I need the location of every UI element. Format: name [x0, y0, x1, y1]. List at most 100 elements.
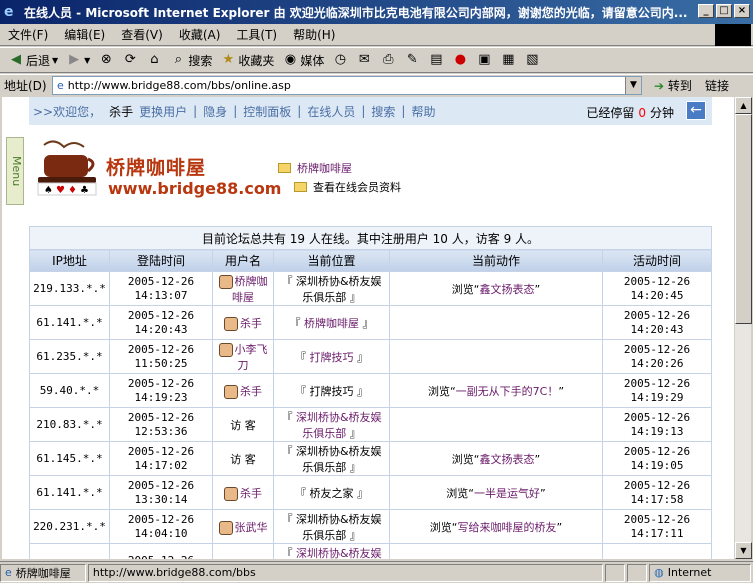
ip-cell: 61.235.*.* [29, 339, 110, 374]
username-cell: 杀手 [212, 305, 274, 340]
location-link[interactable]: 深圳桥协&桥友娱乐俱乐部 [296, 445, 382, 474]
nav-online[interactable]: 在线人员 [307, 103, 355, 120]
location-cell: 『 深圳桥协&桥友娱乐俱乐部 』 [273, 271, 390, 306]
location-link[interactable]: 深圳桥协&桥友娱乐俱乐部 [296, 411, 382, 440]
login-time: 14:20:43 [134, 322, 188, 336]
menu-help[interactable]: 帮助(H) [285, 26, 343, 43]
menu-view[interactable]: 查看(V) [113, 26, 171, 43]
nav-change-user[interactable]: 更换用户 [139, 103, 187, 120]
username-cell: 小李飞刀 [212, 339, 274, 374]
username[interactable]: 小李飞刀 [235, 343, 268, 372]
history-button[interactable]: ◷ [328, 49, 352, 71]
links-button[interactable]: 链接 [705, 77, 729, 94]
location-link[interactable]: 深圳桥协&桥友娱乐俱乐部 [296, 275, 382, 304]
location-link[interactable]: 桥牌咖啡屋 [304, 317, 359, 330]
col-activity-time: 活动时间 [602, 249, 712, 272]
menu-edit[interactable]: 编辑(E) [56, 26, 113, 43]
nav-help[interactable]: 帮助 [411, 103, 435, 120]
location-link[interactable]: 桥友之家 [310, 487, 354, 500]
extra-button[interactable]: ▧ [520, 49, 544, 71]
address-input[interactable]: e http://www.bridge88.com/bbs/online.asp… [52, 76, 642, 95]
username[interactable]: 张武华 [235, 521, 268, 534]
menu-tab[interactable]: Menu [6, 137, 24, 205]
nav-separator: | [361, 104, 366, 118]
table-row: 61.145.*.* 2005-12-26 14:17:02 访 客 『 深圳桥协… [29, 441, 712, 476]
activity-time: 14:19:05 [630, 458, 684, 472]
breadcrumb-home: 桥牌咖啡屋 [278, 160, 352, 176]
globe-icon: ◍ [654, 566, 664, 579]
refresh-button[interactable]: ⟳ [118, 49, 142, 71]
username: 访 客 [230, 452, 256, 466]
tool-button[interactable]: ▦ [496, 49, 520, 71]
activity-time: 14:17:58 [630, 492, 684, 506]
welcome-text: >>欢迎您， [33, 104, 102, 119]
scroll-up-button[interactable]: ▲ [735, 97, 752, 114]
nav-hide[interactable]: 隐身 [203, 103, 227, 120]
forward-button[interactable]: ▶ ▼ [62, 49, 94, 71]
mail-button[interactable]: ✉ [352, 49, 376, 71]
action-topic-link[interactable]: 鑫文扬表态 [480, 283, 535, 296]
username[interactable]: 杀手 [240, 385, 262, 398]
current-user[interactable]: 杀手 [109, 103, 133, 120]
page-status-icon: e [5, 566, 12, 579]
nav-control-panel[interactable]: 控制面板 [243, 103, 291, 120]
username-cell [212, 543, 274, 559]
menu-file[interactable]: 文件(F) [0, 26, 56, 43]
ip-cell: 61.141.*.* [29, 305, 110, 340]
username[interactable]: 桥牌咖啡屋 [232, 275, 268, 304]
activity-time-cell: 2005-12-26 14:20:45 [602, 271, 712, 306]
location-link[interactable]: 打牌技巧 [310, 351, 354, 364]
activity-time-cell: 2005-12-26 14:19:05 [602, 441, 712, 476]
favorites-icon: ★ [222, 52, 235, 67]
address-dropdown[interactable]: ▼ [625, 77, 641, 94]
go-button[interactable]: ➔ 转到 [654, 77, 692, 94]
favorites-button[interactable]: ★ 收藏夹 [216, 49, 278, 71]
scroll-down-button[interactable]: ▼ [735, 542, 752, 559]
discuss-icon: ▤ [430, 52, 443, 67]
location-link[interactable]: 深圳桥协&桥友娱乐俱乐部 [296, 513, 382, 542]
stop-icon: ⊗ [100, 52, 112, 67]
menu-favorites[interactable]: 收藏(A) [171, 26, 229, 43]
username-cell: 张武华 [212, 509, 274, 544]
print-button[interactable]: ⎙ [376, 49, 400, 71]
login-date: 2005-12-26 [127, 512, 195, 526]
media-button[interactable]: ◉ 媒体 [278, 49, 328, 71]
messenger-button[interactable]: ● [448, 49, 472, 71]
minimize-button[interactable]: _ [698, 4, 714, 18]
action-topic-link[interactable]: 一副无从下手的7C！ [456, 385, 559, 398]
location-link[interactable]: 深圳桥协&桥友娱乐 [296, 547, 382, 560]
home-button[interactable]: ⌂ [142, 49, 166, 71]
stop-button[interactable]: ⊗ [94, 49, 118, 71]
status-blank [605, 563, 626, 582]
coffee-cup-logo-icon: ♠ ♥ ♦ ♣ [37, 140, 97, 196]
menu-tools[interactable]: 工具(T) [228, 26, 285, 43]
location-cell: 『 深圳桥协&桥友娱乐俱乐部 』 [273, 509, 390, 544]
research-button[interactable]: ▣ [472, 49, 496, 71]
action-cell [389, 339, 603, 374]
action-topic-link[interactable]: 一半是运气好 [474, 487, 540, 500]
discuss-button[interactable]: ▤ [424, 49, 448, 71]
activity-time: 14:20:45 [630, 288, 684, 302]
action-cell [389, 305, 603, 340]
scroll-thumb[interactable] [735, 114, 752, 324]
breadcrumb-home-link[interactable]: 桥牌咖啡屋 [297, 160, 352, 176]
col-ip: IP地址 [29, 249, 110, 272]
login-date: 2005-12-26 [127, 308, 195, 322]
action-topic-link[interactable]: 写给来咖啡屋的桥友 [458, 521, 557, 534]
action-topic-link[interactable]: 鑫文扬表态 [480, 453, 535, 466]
back-button[interactable]: ◀ 后退 ▼ [4, 49, 62, 71]
chevron-down-icon: ▼ [52, 55, 59, 65]
nav-search[interactable]: 搜索 [371, 103, 395, 120]
login-time-cell: 2005-12-26 [109, 543, 213, 559]
location-link[interactable]: 打牌技巧 [310, 385, 354, 398]
search-button[interactable]: ⌕ 搜索 [166, 49, 216, 71]
vertical-scrollbar[interactable]: ▲ ▼ [734, 97, 752, 559]
close-button[interactable]: × [734, 4, 750, 18]
username[interactable]: 杀手 [240, 487, 262, 500]
username[interactable]: 杀手 [240, 317, 262, 330]
location-cell: 『 深圳桥协&桥友娱乐俱乐部 』 [273, 441, 390, 476]
edit-button[interactable]: ✎ [400, 49, 424, 71]
back-arrow-icon[interactable]: ← [686, 101, 706, 120]
col-username: 用户名 [212, 249, 274, 272]
maximize-button[interactable]: □ [716, 4, 732, 18]
